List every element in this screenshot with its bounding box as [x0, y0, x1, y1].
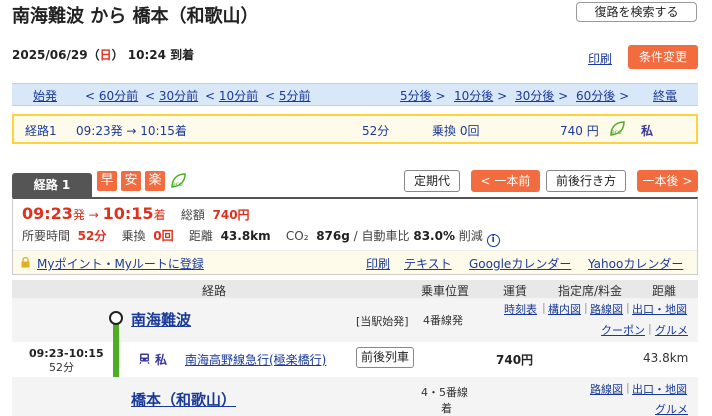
change-conditions-button[interactable]: 条件変更: [628, 45, 698, 69]
train-icon: [139, 353, 150, 364]
date-time-line: 2025/06/29（日） 10:24 到着: [12, 46, 194, 63]
lock-icon: [21, 257, 30, 268]
private-railway-badge: 私: [155, 353, 168, 367]
print-detail-link[interactable]: 印刷: [366, 255, 390, 272]
easiest-badge: 楽: [145, 171, 165, 191]
private-railway-badge: 私: [641, 124, 654, 138]
page-title: 南海難波 から 橋本（和歌山）: [12, 6, 259, 27]
departure-platform: 4番線発: [423, 314, 463, 327]
first-train-link[interactable]: 始発: [33, 87, 57, 104]
date-text: 2025/06/29（: [12, 48, 100, 62]
col-position: 乗車位置: [421, 284, 470, 298]
day-of-week: 日: [99, 48, 112, 62]
around-routes-button[interactable]: 前後行き方: [546, 170, 626, 192]
eco-leaf-icon: eco: [610, 121, 625, 136]
distance-value: 43.8km: [220, 229, 271, 243]
30min-before-link[interactable]: < 30分前: [145, 87, 198, 104]
60min-after-link[interactable]: 60分後 >: [576, 87, 629, 104]
route-time: 09:23発 → 10:15着: [76, 124, 187, 138]
10min-after-link[interactable]: 10分後 >: [454, 87, 507, 104]
return-search-button[interactable]: 復路を検索する: [576, 2, 697, 22]
route-1-tab[interactable]: 経路 1: [12, 173, 92, 197]
detail-stats-line: 所要時間 52分 乗換 0回 距離 43.8km CO₂ 876g / 自動車比…: [22, 227, 500, 247]
gourmet-link[interactable]: グルメ: [655, 322, 688, 338]
total-label: 総額: [180, 208, 205, 222]
route-duration: 52分: [362, 124, 390, 138]
segment-distance: 43.8km: [643, 351, 689, 365]
transfer-value: 0回: [153, 229, 174, 243]
exit-map-link[interactable]: 出口・地図: [632, 381, 687, 397]
detail-time-line: 09:23発 → 10:15着 総額 740円: [22, 204, 250, 223]
co2-compare-text: / 自動車比: [349, 229, 414, 243]
col-seat-fee: 指定席/料金: [558, 284, 623, 298]
coupon-link[interactable]: クーポン: [601, 322, 645, 338]
yahoo-calendar-link[interactable]: Yahooカレンダー: [588, 255, 683, 272]
start-station-marker: [109, 311, 123, 325]
col-route: 経路: [202, 284, 227, 298]
line-map-link[interactable]: 路線図: [590, 381, 623, 397]
arrival-platform: 4・5番線: [421, 386, 468, 399]
route-number: 経路1: [25, 124, 57, 138]
route-transfers: 乗換 0回: [432, 124, 480, 138]
detail-links-row: Myポイント・Myルートに登録 印刷 テキスト Googleカレンダー Yaho…: [13, 250, 697, 274]
station-name-hashimoto[interactable]: 橋本（和歌山）: [131, 389, 236, 410]
separator: |: [648, 322, 652, 335]
route-table-header: 経路 乗車位置 運賃 指定席/料金 距離: [12, 280, 698, 298]
origin-note: [当駅始発]: [356, 315, 409, 328]
departure-time: 09:23: [22, 204, 73, 223]
5min-before-link[interactable]: < 5分前: [265, 87, 311, 104]
col-fare: 運賃: [503, 284, 528, 298]
info-icon[interactable]: i: [486, 234, 500, 247]
cheapest-badge: 安: [121, 171, 141, 191]
around-trains-button[interactable]: 前後列車: [356, 347, 414, 368]
separator: |: [626, 381, 630, 394]
previous-train-button[interactable]: < 一本前: [471, 170, 540, 192]
line-map-link[interactable]: 路線図: [590, 301, 623, 317]
station-name-nankai-namba[interactable]: 南海難波: [131, 309, 191, 330]
transfer-label: 乗換: [121, 229, 146, 243]
co2-label: CO₂: [285, 229, 309, 243]
google-calendar-link[interactable]: Googleカレンダー: [469, 255, 571, 272]
duration-value: 52分: [77, 229, 107, 243]
next-train-button[interactable]: 一本後 >: [637, 170, 698, 192]
arrow: 発 →: [72, 208, 103, 222]
arrival-suffix: 着: [153, 208, 166, 222]
mypoint-register-link[interactable]: Myポイント・Myルートに登録: [37, 255, 204, 272]
segment-fare: 740円: [496, 353, 534, 367]
arrival-label: 着: [441, 402, 452, 415]
route-fare: 740 円: [560, 124, 599, 138]
total-fare: 740円: [212, 208, 250, 222]
line-name-link[interactable]: 南海高野線急行(極楽橋行): [185, 351, 326, 368]
separator: |: [626, 301, 630, 314]
segment-duration: 52分: [49, 361, 74, 374]
separator: |: [542, 301, 546, 314]
col-distance: 距離: [652, 284, 677, 298]
time-navigation: 始発 < 60分前 < 30分前 < 10分前 < 5分前 5分後 > 10分後…: [12, 83, 698, 106]
commuter-pass-button[interactable]: 定期代: [404, 170, 460, 192]
timetable-link[interactable]: 時刻表: [504, 301, 537, 317]
separator: |: [584, 301, 588, 314]
distance-label: 距離: [188, 229, 213, 243]
arrival-time: 10:15: [102, 204, 154, 223]
station-map-link[interactable]: 構内図: [548, 301, 581, 317]
fastest-badge: 早: [97, 171, 117, 191]
60min-before-link[interactable]: < 60分前: [85, 87, 138, 104]
co2-value: 876g: [316, 229, 350, 243]
svg-text:eco: eco: [172, 181, 183, 188]
duration-label: 所要時間: [22, 229, 71, 243]
exit-map-link[interactable]: 出口・地図: [632, 301, 687, 317]
text-link[interactable]: テキスト: [404, 255, 452, 272]
gourmet-link[interactable]: グルメ: [655, 401, 688, 416]
eco-leaf-icon: eco: [171, 173, 186, 188]
arrival-time-text: ） 10:24 到着: [111, 48, 195, 62]
co2-reduction-text: 削減: [454, 229, 483, 243]
10min-before-link[interactable]: < 10分前: [205, 87, 258, 104]
co2-percent: 83.0%: [413, 229, 455, 243]
route-summary-row[interactable]: 経路1 09:23発 → 10:15着 52分 乗換 0回 740 円 eco …: [12, 114, 698, 144]
print-link[interactable]: 印刷: [588, 50, 612, 67]
30min-after-link[interactable]: 30分後 >: [515, 87, 568, 104]
svg-text:eco: eco: [611, 129, 622, 136]
5min-after-link[interactable]: 5分後 >: [400, 87, 446, 104]
last-train-link[interactable]: 終電: [653, 87, 677, 104]
